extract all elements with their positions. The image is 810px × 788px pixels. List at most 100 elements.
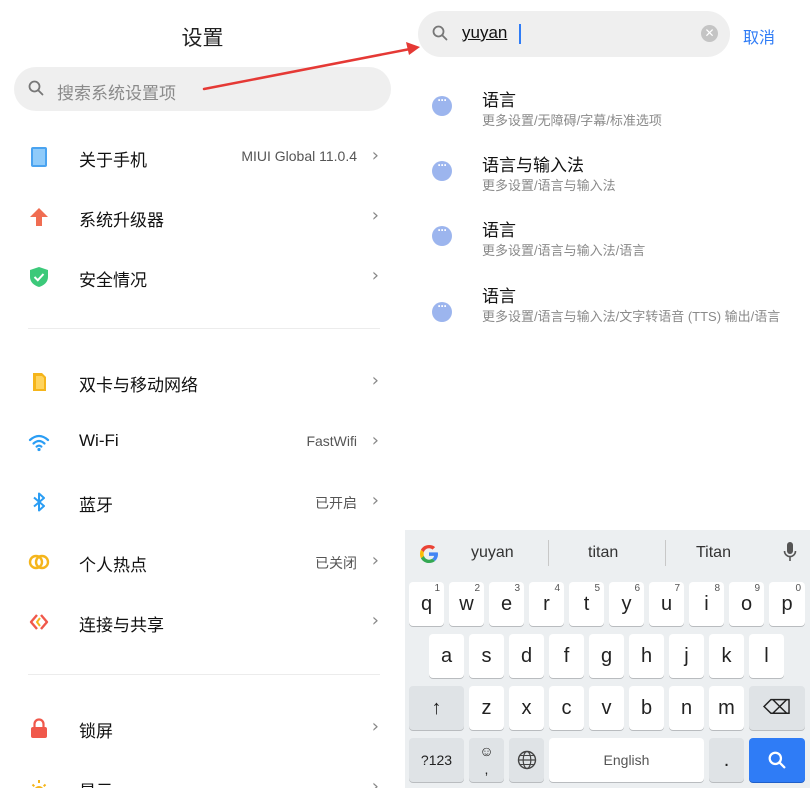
upgrade-arrow-icon (30, 208, 48, 226)
key-n[interactable]: n (669, 686, 704, 730)
result-path: 更多设置/语言与输入法 (482, 178, 616, 193)
settings-item-value: FastWifi (306, 433, 357, 449)
key-g[interactable]: g (589, 634, 624, 678)
suggestion-word[interactable]: yuyan (471, 544, 514, 562)
chevron-right-icon: › (371, 490, 379, 511)
key-u[interactable]: u7 (649, 582, 684, 626)
suggestion-word[interactable]: Titan (696, 544, 731, 562)
section-divider (28, 674, 380, 675)
more-dots-icon (432, 299, 452, 322)
key-s[interactable]: s (469, 634, 504, 678)
settings-search-bar[interactable]: 搜索系统设置项 (14, 67, 391, 111)
more-dots-icon (432, 223, 452, 246)
key-d[interactable]: d (509, 634, 544, 678)
bluetooth-icon (33, 492, 45, 512)
settings-item-dual-sim[interactable]: 双卡与移动网络 › (0, 357, 405, 407)
search-result-item[interactable]: 语言与输入法 更多设置/语言与输入法 (405, 151, 810, 195)
key-h[interactable]: h (629, 634, 664, 678)
key-i[interactable]: i8 (689, 582, 724, 626)
key-e[interactable]: e3 (489, 582, 524, 626)
key-x[interactable]: x (509, 686, 544, 730)
settings-item-display[interactable]: 显示 › (0, 763, 405, 788)
search-icon (28, 80, 44, 96)
page-title: 设置 (181, 27, 224, 50)
key-a[interactable]: a (429, 634, 464, 678)
search-result-item[interactable]: 语言 更多设置/语言与输入法/文字转语音 (TTS) 输出/语言 (405, 282, 810, 348)
key-z[interactable]: z (469, 686, 504, 730)
key-o[interactable]: o9 (729, 582, 764, 626)
settings-item-label: 双卡与移动网络 (79, 376, 198, 395)
search-result-item[interactable]: 语言 更多设置/语言与输入法/语言 (405, 216, 810, 260)
key-f[interactable]: f (549, 634, 584, 678)
search-query-text: yuyan (462, 23, 508, 42)
settings-item-label: 连接与共享 (79, 616, 164, 635)
settings-item-wifi[interactable]: Wi-Fi FastWifi › (0, 417, 405, 467)
chevron-right-icon: › (371, 430, 379, 451)
search-placeholder: 搜索系统设置项 (57, 84, 176, 103)
key-t[interactable]: t5 (569, 582, 604, 626)
period-key[interactable]: . (709, 738, 744, 782)
suggestion-word[interactable]: titan (588, 544, 618, 562)
settings-item-label: 关于手机 (79, 151, 147, 170)
symbols-key[interactable]: ?123 (409, 738, 464, 782)
chevron-right-icon: › (371, 716, 379, 737)
backspace-key[interactable]: ⌫ (749, 686, 805, 730)
globe-key[interactable] (509, 738, 544, 782)
settings-item-system-upgrade[interactable]: 系统升级器 › (0, 192, 405, 242)
sim-card-icon (33, 373, 46, 391)
settings-item-label: 锁屏 (79, 722, 113, 741)
result-title: 语言与输入法 (482, 156, 584, 175)
text-cursor (519, 24, 521, 44)
chevron-right-icon: › (371, 265, 379, 286)
key-j[interactable]: j (669, 634, 704, 678)
settings-item-bluetooth[interactable]: 蓝牙 已开启 › (0, 477, 405, 527)
result-title: 语言 (482, 287, 516, 306)
google-logo-icon[interactable] (417, 542, 441, 566)
clear-icon[interactable]: ✕ (701, 25, 718, 42)
search-icon (432, 25, 448, 41)
key-q[interactable]: q1 (409, 582, 444, 626)
settings-item-lock-screen[interactable]: 锁屏 › (0, 703, 405, 753)
wifi-icon (28, 434, 50, 452)
key-v[interactable]: v (589, 686, 624, 730)
key-y[interactable]: y6 (609, 582, 644, 626)
suggestion-bar: yuyan titan Titan (405, 530, 810, 576)
settings-pane: 设置 搜索系统设置项 关于手机 MIUI Global 11.0.4 › 系统升… (0, 0, 405, 788)
emoji-comma-key[interactable]: ☺ , (469, 738, 504, 782)
settings-item-label: 显示 (79, 777, 113, 788)
key-p[interactable]: p0 (769, 582, 805, 626)
chevron-right-icon: › (371, 370, 379, 391)
phone-icon (31, 147, 47, 167)
suggestion-divider (548, 540, 549, 566)
settings-item-value: MIUI Global 11.0.4 (241, 148, 357, 164)
settings-item-security[interactable]: 安全情况 › (0, 252, 405, 302)
search-enter-key[interactable] (749, 738, 805, 782)
shift-key[interactable]: ↑ (409, 686, 464, 730)
share-icon (29, 614, 49, 630)
settings-item-label: Wi-Fi (79, 431, 119, 450)
on-screen-keyboard: yuyan titan Titan q1 w2 e3 r4 t5 y6 u7 i… (405, 530, 810, 788)
settings-item-connection-sharing[interactable]: 连接与共享 › (0, 597, 405, 647)
settings-item-label: 个人热点 (79, 556, 147, 575)
chevron-right-icon: › (371, 776, 379, 788)
settings-item-label: 蓝牙 (79, 496, 113, 515)
key-k[interactable]: k (709, 634, 744, 678)
search-input[interactable]: yuyan ✕ (418, 11, 730, 57)
globe-icon (517, 750, 536, 770)
key-b[interactable]: b (629, 686, 664, 730)
more-dots-icon (432, 93, 452, 116)
space-key[interactable]: English (549, 738, 704, 782)
microphone-icon[interactable] (783, 541, 797, 563)
search-result-item[interactable]: 语言 更多设置/无障碍/字幕/标准选项 (405, 86, 810, 130)
key-r[interactable]: r4 (529, 582, 564, 626)
search-icon (768, 751, 786, 769)
key-w[interactable]: w2 (449, 582, 484, 626)
key-m[interactable]: m (709, 686, 744, 730)
settings-item-about-phone[interactable]: 关于手机 MIUI Global 11.0.4 › (0, 132, 405, 182)
key-l[interactable]: l (749, 634, 784, 678)
settings-item-hotspot[interactable]: 个人热点 已关闭 › (0, 537, 405, 587)
result-path: 更多设置/语言与输入法/文字转语音 (TTS) 输出/语言 (482, 309, 781, 324)
cancel-button[interactable]: 取消 (743, 24, 775, 48)
key-c[interactable]: c (549, 686, 584, 730)
search-results-pane: yuyan ✕ 取消 语言 更多设置/无障碍/字幕/标准选项 语言与输入法 更多… (405, 0, 810, 530)
